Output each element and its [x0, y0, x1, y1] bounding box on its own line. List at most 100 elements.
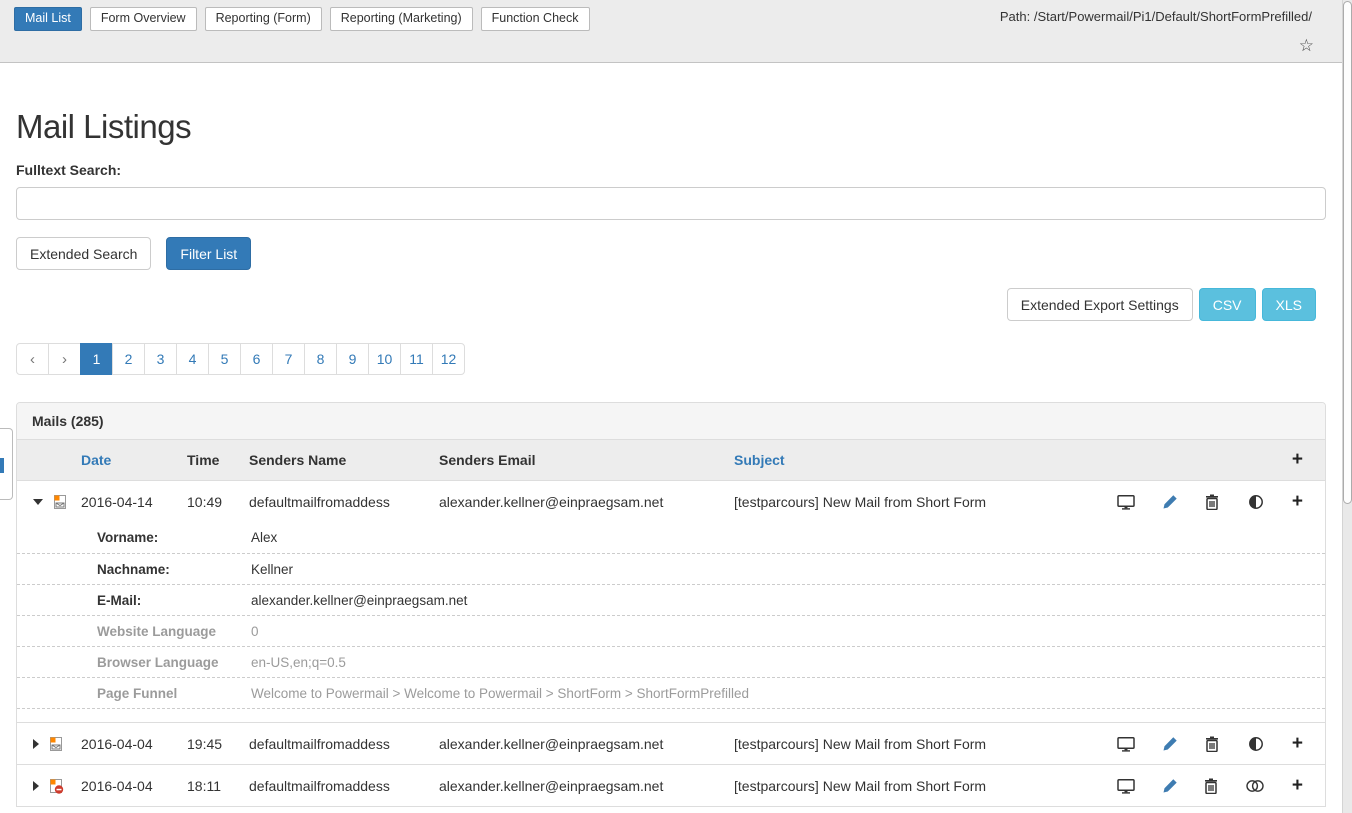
- tab-reporting-form[interactable]: Reporting (Form): [205, 7, 322, 31]
- detail-label: Page Funnel: [81, 686, 251, 701]
- delete-trash-icon[interactable]: [1204, 778, 1218, 794]
- expand-toggle[interactable]: [17, 494, 81, 510]
- preview-monitor-icon[interactable]: [1117, 778, 1135, 794]
- row-actions: +: [1105, 765, 1325, 806]
- add-plus-icon[interactable]: +: [1292, 778, 1303, 794]
- detail-row: E-Mail: alexander.kellner@einpraegsam.ne…: [17, 584, 1325, 615]
- tab-function-check[interactable]: Function Check: [481, 7, 590, 31]
- add-plus-icon[interactable]: +: [1292, 494, 1303, 510]
- frame-collapse-accent: [0, 458, 4, 473]
- doc-header: Mail List Form Overview Reporting (Form)…: [0, 0, 1342, 63]
- detail-value: alexander.kellner@einpraegsam.net: [251, 593, 1325, 608]
- add-column-icon[interactable]: +: [1292, 451, 1325, 469]
- breadcrumb-path: Path: /Start/Powermail/Pi1/Default/Short…: [1000, 9, 1312, 24]
- xls-export-button[interactable]: XLS: [1262, 288, 1316, 321]
- table-header-row: Date Time Senders Name Senders Email Sub…: [17, 440, 1325, 480]
- caret-right-icon: [33, 739, 39, 749]
- pagination-page-11[interactable]: 11: [400, 343, 433, 375]
- row-actions: +: [1105, 723, 1325, 764]
- preview-monitor-icon[interactable]: [1117, 494, 1135, 510]
- caret-right-icon: [33, 781, 39, 791]
- export-buttons: Extended Export Settings CSV XLS: [16, 288, 1316, 321]
- pagination: ‹ › 1 2 3 4 5 6 7 8 9 10 11 12: [16, 343, 1326, 375]
- pagination-page-6[interactable]: 6: [240, 343, 273, 375]
- pagination-page-4[interactable]: 4: [176, 343, 209, 375]
- mail-record-icon: [48, 736, 64, 752]
- visibility-toggle-on-icon[interactable]: [1247, 736, 1265, 752]
- pagination-page-3[interactable]: 3: [144, 343, 177, 375]
- cell-subject: [testparcours] New Mail from Short Form: [734, 736, 1105, 752]
- visibility-toggle-off-icon[interactable]: [1245, 778, 1265, 794]
- detail-row: Browser Language en-US,en;q=0.5: [17, 646, 1325, 677]
- table-row: 2016-04-14 10:49 defaultmailfromaddess a…: [17, 480, 1325, 522]
- pagination-page-12[interactable]: 12: [432, 343, 465, 375]
- tab-reporting-marketing[interactable]: Reporting (Marketing): [330, 7, 473, 31]
- expand-toggle[interactable]: [17, 736, 81, 752]
- pagination-page-7[interactable]: 7: [272, 343, 305, 375]
- mail-record-hidden-icon: [48, 778, 64, 794]
- detail-value: Kellner: [251, 562, 1325, 577]
- column-header-date[interactable]: Date: [81, 452, 187, 468]
- edit-pencil-icon[interactable]: [1162, 778, 1178, 794]
- preview-monitor-icon[interactable]: [1117, 736, 1135, 752]
- cell-senders-email: alexander.kellner@einpraegsam.net: [439, 736, 734, 752]
- pagination-prev[interactable]: ‹: [16, 343, 49, 375]
- cell-subject: [testparcours] New Mail from Short Form: [734, 494, 1105, 510]
- pagination-page-2[interactable]: 2: [112, 343, 145, 375]
- expand-toggle[interactable]: [17, 778, 81, 794]
- cell-subject: [testparcours] New Mail from Short Form: [734, 778, 1105, 794]
- pagination-next[interactable]: ›: [48, 343, 81, 375]
- csv-export-button[interactable]: CSV: [1199, 288, 1256, 321]
- column-header-senders-name: Senders Name: [249, 452, 439, 468]
- vertical-scrollbar[interactable]: [1342, 0, 1352, 813]
- detail-label: Browser Language: [81, 655, 251, 670]
- cell-senders-name: defaultmailfromaddess: [249, 736, 439, 752]
- extended-export-settings-button[interactable]: Extended Export Settings: [1007, 288, 1193, 321]
- delete-trash-icon[interactable]: [1205, 736, 1219, 752]
- column-header-subject[interactable]: Subject: [734, 452, 1105, 468]
- cell-senders-name: defaultmailfromaddess: [249, 778, 439, 794]
- fulltext-search-input[interactable]: [16, 187, 1326, 220]
- pagination-page-5[interactable]: 5: [208, 343, 241, 375]
- mails-panel: Mails (285) Date Time Senders Name Sende…: [16, 402, 1326, 807]
- row-actions: +: [1105, 481, 1325, 522]
- delete-trash-icon[interactable]: [1205, 494, 1219, 510]
- column-header-senders-email: Senders Email: [439, 452, 734, 468]
- frame-collapse-handle[interactable]: [0, 428, 13, 500]
- pagination-page-10[interactable]: 10: [368, 343, 401, 375]
- pagination-page-1[interactable]: 1: [80, 343, 113, 375]
- table-row: 2016-04-04 18:11 defaultmailfromaddess a…: [17, 764, 1325, 806]
- cell-date: 2016-04-04: [81, 736, 187, 752]
- visibility-toggle-on-icon[interactable]: [1247, 494, 1265, 510]
- cell-senders-name: defaultmailfromaddess: [249, 494, 439, 510]
- edit-pencil-icon[interactable]: [1162, 494, 1178, 510]
- table-row: 2016-04-04 19:45 defaultmailfromaddess a…: [17, 722, 1325, 764]
- add-plus-icon[interactable]: +: [1292, 736, 1303, 752]
- scrollbar-thumb[interactable]: [1343, 1, 1352, 504]
- pagination-page-9[interactable]: 9: [336, 343, 369, 375]
- detail-value: en-US,en;q=0.5: [251, 655, 1325, 670]
- edit-pencil-icon[interactable]: [1162, 736, 1178, 752]
- module-tabs: Mail List Form Overview Reporting (Form)…: [14, 7, 590, 31]
- detail-row: Nachname: Kellner: [17, 553, 1325, 584]
- detail-label: Website Language: [81, 624, 251, 639]
- cell-time: 18:11: [187, 778, 249, 794]
- detail-row: Vorname: Alex: [17, 522, 1325, 553]
- caret-down-icon: [33, 499, 43, 505]
- detail-value: Alex: [251, 530, 1325, 545]
- tab-form-overview[interactable]: Form Overview: [90, 7, 197, 31]
- tab-mail-list[interactable]: Mail List: [14, 7, 82, 31]
- pagination-page-8[interactable]: 8: [304, 343, 337, 375]
- filter-list-button[interactable]: Filter List: [166, 237, 251, 270]
- extended-search-button[interactable]: Extended Search: [16, 237, 151, 270]
- fulltext-search-label: Fulltext Search:: [16, 162, 1326, 178]
- cell-senders-email: alexander.kellner@einpraegsam.net: [439, 778, 734, 794]
- detail-label: E-Mail:: [81, 593, 251, 608]
- favorite-star-icon[interactable]: ☆: [1299, 36, 1314, 56]
- search-buttons: Extended Search Filter List: [16, 237, 1326, 270]
- cell-senders-email: alexander.kellner@einpraegsam.net: [439, 494, 734, 510]
- page-title: Mail Listings: [16, 108, 1326, 146]
- detail-value: 0: [251, 624, 1325, 639]
- cell-time: 19:45: [187, 736, 249, 752]
- detail-spacer: [17, 708, 1325, 722]
